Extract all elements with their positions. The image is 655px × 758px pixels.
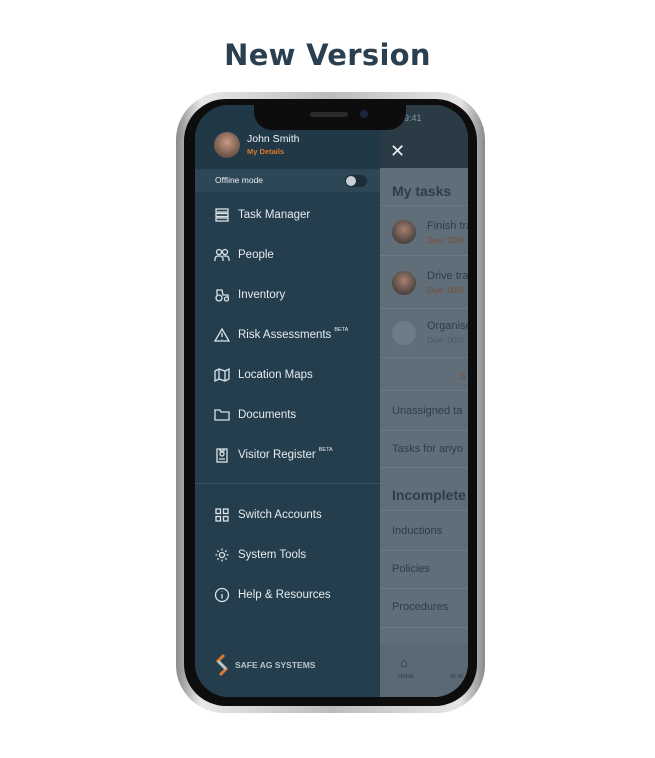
menu-label: Documents: [238, 409, 297, 421]
grid-icon: [215, 508, 229, 522]
menu-label: System Tools: [238, 549, 307, 561]
avatar: [392, 220, 416, 244]
task-title[interactable]: Drive tra: [427, 270, 468, 282]
menu-item-task-manager[interactable]: Task Manager: [214, 205, 310, 225]
menu-label: People: [238, 249, 274, 261]
menu-label: Visitor Register: [238, 449, 316, 461]
avatar: [392, 271, 416, 295]
menu-item-system-tools[interactable]: System Tools: [214, 545, 306, 565]
page-heading: New Version: [224, 38, 431, 72]
group-icon: [392, 321, 416, 345]
avatar[interactable]: [214, 132, 240, 158]
nav-home[interactable]: Home: [398, 674, 414, 680]
menu-item-visitor-register[interactable]: Visitor Register BETA: [214, 445, 333, 465]
task-title[interactable]: Finish tra: [427, 220, 468, 232]
nav-at-work[interactable]: At W: [450, 674, 463, 680]
safe-ag-systems-logo: SAFE AG SYSTEMS: [215, 654, 315, 676]
incomplete-title: Incomplete: [392, 487, 466, 503]
menu-label: Help & Resources: [238, 589, 331, 601]
menu-item-switch-accounts[interactable]: Switch Accounts: [214, 505, 322, 525]
unassigned-tasks[interactable]: Unassigned ta: [392, 405, 462, 417]
tasks-for-anyone[interactable]: Tasks for anyo: [392, 443, 463, 455]
folder-icon: [214, 409, 230, 421]
offline-mode-label: Offline mode: [215, 175, 264, 185]
menu-label: Task Manager: [238, 209, 311, 221]
task-title[interactable]: Organise: [427, 320, 468, 332]
menu-label: Location Maps: [238, 369, 313, 381]
menu-label: Inventory: [238, 289, 286, 301]
side-drawer: John Smith My Details Offline mode Task …: [195, 105, 380, 697]
menu-item-inventory[interactable]: Inventory: [214, 285, 285, 305]
warning-icon: [214, 327, 230, 342]
task-due: Due: 00/0: [427, 285, 464, 295]
menu-item-location-maps[interactable]: Location Maps: [214, 365, 313, 385]
inductions-link[interactable]: Inductions: [392, 525, 442, 537]
menu-item-risk-assessments[interactable]: Risk Assessments BETA: [214, 325, 348, 345]
background-content[interactable]: 9:41 ✕ My tasks Finish tra Due: 00/0 Dri…: [380, 105, 468, 697]
close-icon[interactable]: ✕: [390, 141, 405, 162]
logo-text: SAFE AG SYSTEMS: [235, 660, 316, 670]
task-due: Due: 00/0: [427, 335, 464, 345]
task-manager-icon: [215, 208, 229, 222]
offline-mode-row: Offline mode: [195, 169, 380, 192]
tractor-icon: [215, 289, 230, 302]
status-time: 9:41: [404, 113, 422, 123]
my-details-link[interactable]: My Details: [247, 147, 284, 156]
offline-mode-toggle[interactable]: [345, 175, 367, 187]
beta-badge: BETA: [334, 327, 349, 333]
menu-item-help-resources[interactable]: Help & Resources: [214, 585, 331, 605]
logo-icon: [215, 654, 229, 676]
beta-badge: BETA: [318, 447, 333, 453]
see-all-link[interactable]: S: [460, 371, 466, 381]
policies-link[interactable]: Policies: [392, 563, 430, 575]
task-due: Due: 00/0: [427, 235, 464, 245]
menu-divider: [195, 483, 380, 484]
menu-label: Risk Assessments: [238, 329, 332, 341]
people-icon: [214, 248, 230, 261]
badge-icon: [216, 448, 228, 463]
procedures-link[interactable]: Procedures: [392, 601, 448, 613]
my-tasks-title: My tasks: [392, 183, 452, 199]
map-icon: [214, 367, 230, 383]
menu-label: Switch Accounts: [238, 509, 322, 521]
menu-item-documents[interactable]: Documents: [214, 405, 296, 425]
bottom-nav: ⌂ Home At W: [380, 643, 468, 697]
info-icon: [214, 587, 230, 603]
app-screen: 9:41 ✕ My tasks Finish tra Due: 00/0 Dri…: [195, 105, 468, 697]
menu-item-people[interactable]: People: [214, 245, 274, 265]
gear-icon: [215, 548, 229, 562]
home-icon[interactable]: ⌂: [400, 655, 408, 670]
phone-notch: [254, 104, 406, 130]
user-name: John Smith: [247, 133, 300, 145]
